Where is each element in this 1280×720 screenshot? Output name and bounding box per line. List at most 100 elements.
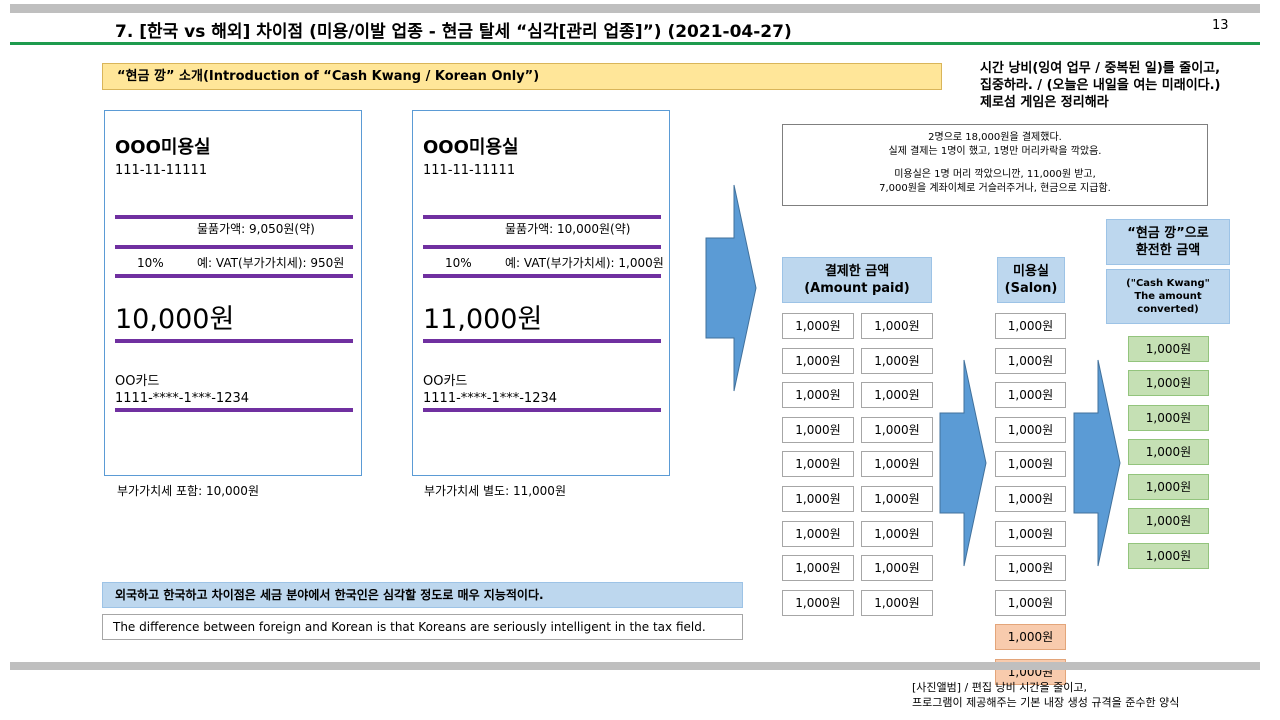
paid-amount-cell: 1,000원: [782, 486, 854, 512]
paid-amount-cell: 1,000원: [782, 382, 854, 408]
side-note-line: 집중하라. / (오늘은 내일을 여는 미래이다.): [980, 78, 1221, 93]
side-note: 시간 낭비(잉여 업무 / 중복된 일)를 줄이고, 집중하라. / (오늘은 …: [980, 60, 1270, 111]
converted-subheader: ("Cash Kwang" The amount converted): [1106, 269, 1230, 324]
receipt-divider: [115, 274, 353, 278]
bottom-note-line: 프로그램이 제공해주는 기본 내장 생성 규격을 준수한 양식: [912, 696, 1180, 709]
salon-amount-cell: 1,000원: [995, 348, 1066, 374]
paid-amount-cell: 1,000원: [782, 348, 854, 374]
header-line: “현금 깡”으로: [1127, 226, 1209, 241]
explanation-line: 2명으로 18,000원을 결제했다.: [928, 132, 1062, 143]
card-info: OO카드 1111-****-1***-1234: [423, 373, 557, 407]
salon-amount-cell: 1,000원: [995, 382, 1066, 408]
converted-amount-cell: 1,000원: [1128, 543, 1209, 569]
salon-amount-cell: 1,000원: [995, 521, 1066, 547]
vat-rate: 10%: [445, 256, 472, 270]
slide-title: 7. [한국 vs 해외] 차이점 (미용/이발 업종 - 현금 탈세 “심각[…: [115, 22, 792, 42]
card-name: OO카드: [423, 374, 468, 389]
card-number: 1111-****-1***-1234: [423, 391, 558, 406]
business-number: 111-11-11111: [423, 163, 516, 178]
explanation-line: 미용실은 1명 머리 깍았으니깐, 11,000원 받고,: [894, 169, 1096, 180]
receipt-caption: 부가가치세 별도: 11,000원: [424, 484, 566, 498]
paid-amount-cell: 1,000원: [782, 555, 854, 581]
paid-amount-cell: 1,000원: [782, 521, 854, 547]
receipt-divider: [423, 274, 661, 278]
item-price: 물품가액: 10,000원(약): [505, 222, 631, 236]
bottom-note: [사진앨범] / 편집 낭비 시간을 줄이고, 프로그램이 제공해주는 기본 내…: [912, 680, 1179, 710]
converted-amount-cell: 1,000원: [1128, 370, 1209, 396]
intro-label: “현금 깡” 소개(Introduction of “Cash Kwang / …: [102, 63, 942, 90]
paid-amount-cell: 1,000원: [861, 417, 933, 443]
header-line: ("Cash Kwang": [1126, 278, 1210, 289]
side-note-line: 제로섬 게임은 정리해라: [980, 95, 1109, 110]
header-line: 미용실: [1013, 264, 1049, 279]
paid-amount-cell: 1,000원: [861, 382, 933, 408]
salon-amount-cell: 1,000원: [995, 451, 1066, 477]
receipt-divider: [115, 215, 353, 219]
receipt-vat-included: OOO미용실 111-11-11111 물품가액: 9,050원(약) 10% …: [104, 110, 362, 476]
salon-amount-cell: 1,000원: [995, 590, 1066, 616]
right-arrow-icon: [1073, 359, 1121, 567]
salon-extra-amount-cell: 1,000원: [995, 624, 1066, 650]
receipt-divider: [423, 339, 661, 343]
vat-rate: 10%: [137, 256, 164, 270]
paid-amount-cell: 1,000원: [861, 313, 933, 339]
vat-amount: 예: VAT(부가가치세): 950원: [197, 256, 345, 270]
english-summary: The difference between foreign and Korea…: [102, 614, 743, 640]
receipt-vat-excluded: OOO미용실 111-11-11111 물품가액: 10,000원(약) 10%…: [412, 110, 670, 476]
title-underline: [10, 42, 1260, 45]
paid-amount-cell: 1,000원: [861, 486, 933, 512]
converted-amount-cell: 1,000원: [1128, 336, 1209, 362]
paid-amount-cell: 1,000원: [782, 451, 854, 477]
salon-header: 미용실 (Salon): [997, 257, 1065, 303]
paid-amount-cell: 1,000원: [861, 521, 933, 547]
converted-amount-cell: 1,000원: [1128, 474, 1209, 500]
converted-amount-cell: 1,000원: [1128, 508, 1209, 534]
explanation-spacer: [783, 159, 1207, 168]
card-name: OO카드: [115, 374, 160, 389]
vat-amount: 예: VAT(부가가치세): 1,000원: [505, 256, 664, 270]
right-arrow-icon: [705, 184, 757, 392]
korean-summary: 외국하고 한국하고 차이점은 세금 분야에서 한국인은 심각할 정도로 매우 지…: [102, 582, 743, 608]
paid-amount-cell: 1,000원: [861, 555, 933, 581]
amount-paid-header: 결제한 금액 (Amount paid): [782, 257, 932, 303]
receipt-divider: [115, 339, 353, 343]
converted-amount-cell: 1,000원: [1128, 405, 1209, 431]
receipt-total: 10,000원: [115, 304, 235, 335]
receipt-caption: 부가가치세 포함: 10,000원: [117, 484, 259, 498]
receipt-divider: [423, 245, 661, 249]
explanation-box: 2명으로 18,000원을 결제했다. 실제 결제는 1명이 했고, 1명만 머…: [782, 124, 1208, 206]
right-arrow-icon: [939, 359, 987, 567]
card-info: OO카드 1111-****-1***-1234: [115, 373, 249, 407]
receipt-divider: [423, 408, 661, 412]
salon-amount-cell: 1,000원: [995, 486, 1066, 512]
paid-amount-cell: 1,000원: [861, 590, 933, 616]
header-line: 환전한 금액: [1135, 243, 1201, 258]
top-divider: [10, 4, 1260, 13]
paid-amount-cell: 1,000원: [861, 451, 933, 477]
paid-amount-cell: 1,000원: [861, 348, 933, 374]
salon-amount-cell: 1,000원: [995, 313, 1066, 339]
shop-name: OOO미용실: [115, 137, 211, 158]
paid-amount-cell: 1,000원: [782, 590, 854, 616]
side-note-line: 시간 낭비(잉여 업무 / 중복된 일)를 줄이고,: [980, 61, 1221, 76]
receipt-divider: [115, 408, 353, 412]
header-line: (Salon): [1004, 281, 1058, 296]
header-line: (Amount paid): [804, 281, 910, 296]
bottom-divider: [10, 662, 1260, 670]
paid-amount-cell: 1,000원: [782, 313, 854, 339]
receipt-divider: [115, 245, 353, 249]
explanation-line: 실제 결제는 1명이 했고, 1명만 머리카락을 깍았음.: [888, 146, 1102, 157]
salon-amount-cell: 1,000원: [995, 555, 1066, 581]
card-number: 1111-****-1***-1234: [115, 391, 250, 406]
converted-header: “현금 깡”으로 환전한 금액: [1106, 219, 1230, 265]
converted-amount-cell: 1,000원: [1128, 439, 1209, 465]
header-line: converted): [1137, 304, 1199, 315]
paid-amount-cell: 1,000원: [782, 417, 854, 443]
explanation-line: 7,000원을 계좌이체로 거슬러주거나, 현금으로 지급함.: [879, 183, 1111, 194]
item-price: 물품가액: 9,050원(약): [197, 222, 315, 236]
receipt-total: 11,000원: [423, 304, 543, 335]
header-line: The amount: [1134, 291, 1202, 302]
header-line: 결제한 금액: [824, 264, 890, 279]
salon-amount-cell: 1,000원: [995, 417, 1066, 443]
bottom-note-line: [사진앨범] / 편집 낭비 시간을 줄이고,: [912, 681, 1087, 694]
